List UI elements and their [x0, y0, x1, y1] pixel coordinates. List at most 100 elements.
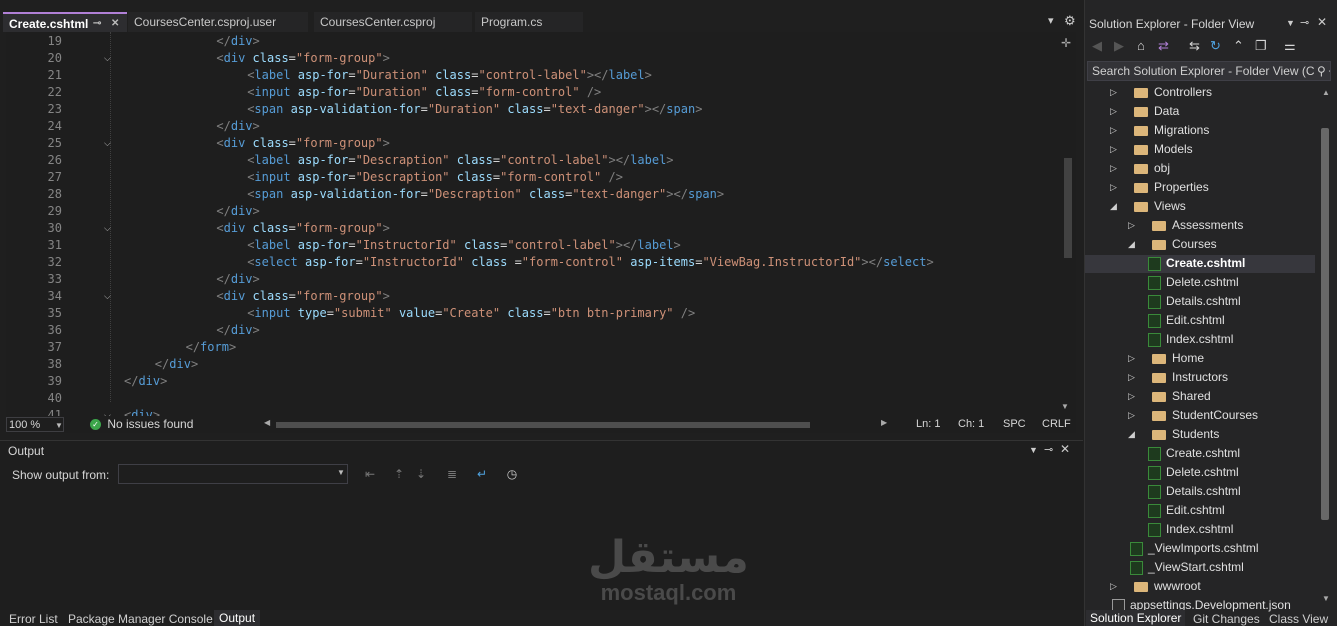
show-all-files-icon[interactable]: ❐ [1255, 38, 1267, 54]
output-source-select[interactable]: ▼ [118, 464, 348, 484]
code-line[interactable]: </div> [216, 271, 259, 288]
whitespace-indicator[interactable]: SPC [1003, 417, 1026, 432]
home-icon[interactable]: ⌂ [1137, 38, 1145, 53]
solution-explorer-search-input[interactable]: Search Solution Explorer - Folder View (… [1087, 61, 1331, 81]
code-line[interactable]: <label asp-for="Duration" class="control… [247, 67, 652, 84]
code-line[interactable]: <span asp-validation-for="Duration" clas… [247, 101, 702, 118]
issues-indicator[interactable]: ✓ No issues found [90, 417, 193, 432]
scroll-down-icon[interactable]: ▼ [1061, 402, 1069, 411]
scroll-right-icon[interactable]: ▶ [881, 418, 887, 427]
collapsed-arrow-icon[interactable]: ▷ [1128, 368, 1135, 387]
settings-icon[interactable]: ⚙ [1064, 13, 1076, 29]
refresh-icon[interactable]: ↻ [1210, 38, 1221, 54]
tree-item-label: Edit.cshtml [1166, 503, 1225, 517]
code-line[interactable]: <div class="form-group"> [216, 288, 389, 305]
pin-icon[interactable]: ⊸ [1044, 443, 1053, 456]
word-wrap-icon[interactable]: ↵ [472, 467, 492, 483]
code-line[interactable]: </div> [155, 356, 198, 373]
tab-output[interactable]: Output [214, 610, 261, 626]
forward-icon[interactable]: ▶ [1114, 38, 1124, 54]
close-icon[interactable]: ✕ [1060, 442, 1070, 456]
next-message-icon[interactable]: ⇣ [411, 467, 431, 483]
code-line[interactable]: </div> [216, 203, 259, 220]
horizontal-scrollbar-thumb[interactable] [276, 422, 810, 428]
collapsed-arrow-icon[interactable]: ▷ [1110, 178, 1117, 197]
column-indicator[interactable]: Ch: 1 [958, 417, 984, 432]
tab-class-view[interactable]: Class View [1269, 612, 1328, 626]
tab-courses-csproj-user[interactable]: CoursesCenter.csproj.user [128, 12, 308, 32]
tab-program-cs[interactable]: Program.cs [475, 12, 583, 32]
expanded-arrow-icon[interactable]: ◢ [1110, 197, 1117, 216]
collapsed-arrow-icon[interactable]: ▷ [1128, 387, 1135, 406]
switch-views-icon[interactable]: ⇄ [1158, 38, 1169, 54]
code-line[interactable]: </div> [216, 33, 259, 50]
collapsed-arrow-icon[interactable]: ▷ [1128, 349, 1135, 368]
chevron-down-icon[interactable]: ▼ [1029, 445, 1038, 455]
chevron-down-icon[interactable]: ▼ [1286, 18, 1295, 28]
sync-icon[interactable]: ⇆ [1189, 38, 1200, 54]
editor-scroll-thumb[interactable] [1064, 158, 1072, 258]
scroll-left-icon[interactable]: ◀ [264, 418, 270, 427]
code-line[interactable]: </div> [216, 322, 259, 339]
clock-icon[interactable]: ◷ [502, 467, 522, 483]
zoom-level-select[interactable]: 100 % ▼ [6, 417, 64, 432]
collapsed-arrow-icon[interactable]: ▷ [1128, 406, 1135, 425]
scroll-down-icon[interactable]: ▼ [1322, 594, 1330, 603]
code-line[interactable]: <input asp-for="Descraption" class="form… [247, 169, 623, 186]
tab-list-dropdown-icon[interactable]: ▾ [1048, 14, 1054, 27]
collapsed-arrow-icon[interactable]: ▷ [1110, 140, 1117, 159]
search-placeholder: Search Solution Explorer - Folder View (… [1092, 64, 1331, 78]
tab-label: Create.cshtml [9, 17, 89, 31]
fold-chevron-icon[interactable]: ⌵ [104, 135, 114, 152]
close-icon[interactable]: ✕ [1317, 15, 1327, 29]
code-line[interactable]: <label asp-for="Descraption" class="cont… [247, 152, 673, 169]
code-line[interactable]: <input asp-for="Duration" class="form-co… [247, 84, 601, 101]
tab-courses-csproj[interactable]: CoursesCenter.csproj [314, 12, 472, 32]
solution-explorer-scroll-thumb[interactable] [1321, 128, 1329, 520]
scroll-up-icon[interactable]: ▲ [1322, 88, 1330, 97]
code-editor[interactable]: 19 20 21 22 23 24 25 26 27 28 29 30 31 32 33 34 35 36 37 38… [6, 32, 1076, 416]
code-line[interactable]: </div> [216, 118, 259, 135]
tab-git-changes[interactable]: Git Changes [1193, 612, 1260, 626]
fold-chevron-icon[interactable]: ⌵ [104, 50, 114, 67]
find-message-icon[interactable]: ⇤ [360, 467, 380, 483]
code-line[interactable]: <select asp-for="InstructorId" class ="f… [247, 254, 934, 271]
code-line[interactable]: <div class="form-group"> [216, 135, 389, 152]
tab-error-list[interactable]: Error List [9, 612, 58, 626]
collapsed-arrow-icon[interactable]: ▷ [1110, 159, 1117, 178]
properties-icon[interactable]: ⚌ [1284, 38, 1296, 54]
expanded-arrow-icon[interactable]: ◢ [1128, 235, 1135, 254]
expanded-arrow-icon[interactable]: ◢ [1128, 425, 1135, 444]
tree-item-label: Views [1154, 199, 1186, 213]
collapse-all-icon[interactable]: ⌃ [1233, 38, 1244, 54]
previous-message-icon[interactable]: ⇡ [389, 467, 409, 483]
fold-chevron-icon[interactable]: ⌵ [104, 288, 114, 305]
code-line[interactable]: <input type="submit" value="Create" clas… [247, 305, 695, 322]
collapsed-arrow-icon[interactable]: ▷ [1128, 216, 1135, 235]
code-line[interactable]: <div class="form-group"> [216, 50, 389, 67]
collapsed-arrow-icon[interactable]: ▷ [1110, 102, 1117, 121]
fold-chevron-icon[interactable]: ⌵ [104, 407, 114, 416]
fold-chevron-icon[interactable]: ⌵ [104, 220, 114, 237]
code-line[interactable]: <div class="form-group"> [216, 220, 389, 237]
code-line[interactable]: <span asp-validation-for="Descraption" c… [247, 186, 724, 203]
collapsed-arrow-icon[interactable]: ▷ [1110, 83, 1117, 102]
tab-package-manager-console[interactable]: Package Manager Console [68, 612, 213, 626]
line-ending-indicator[interactable]: CRLF [1042, 417, 1071, 432]
code-line[interactable]: </div> [124, 373, 167, 390]
pin-icon[interactable]: ⊸ [93, 14, 101, 34]
close-icon[interactable]: ✕ [111, 14, 119, 34]
back-icon[interactable]: ◀ [1092, 38, 1102, 54]
tab-create-cshtml[interactable]: Create.cshtml ⊸ ✕ [3, 12, 127, 32]
code-line[interactable]: <div> [124, 407, 160, 416]
line-indicator[interactable]: Ln: 1 [916, 417, 940, 432]
collapsed-arrow-icon[interactable]: ▷ [1110, 121, 1117, 140]
clear-all-icon[interactable]: ≣ [442, 467, 462, 483]
code-line[interactable]: <label asp-for="InstructorId" class="con… [247, 237, 681, 254]
tab-solution-explorer[interactable]: Solution Explorer [1086, 610, 1186, 626]
split-icon[interactable]: ✛ [1061, 36, 1071, 50]
code-line[interactable]: </form> [186, 339, 237, 356]
pin-icon[interactable]: ⊸ [1300, 16, 1309, 29]
collapsed-arrow-icon[interactable]: ▷ [1110, 577, 1117, 596]
tree-item-label: Assessments [1172, 218, 1244, 232]
